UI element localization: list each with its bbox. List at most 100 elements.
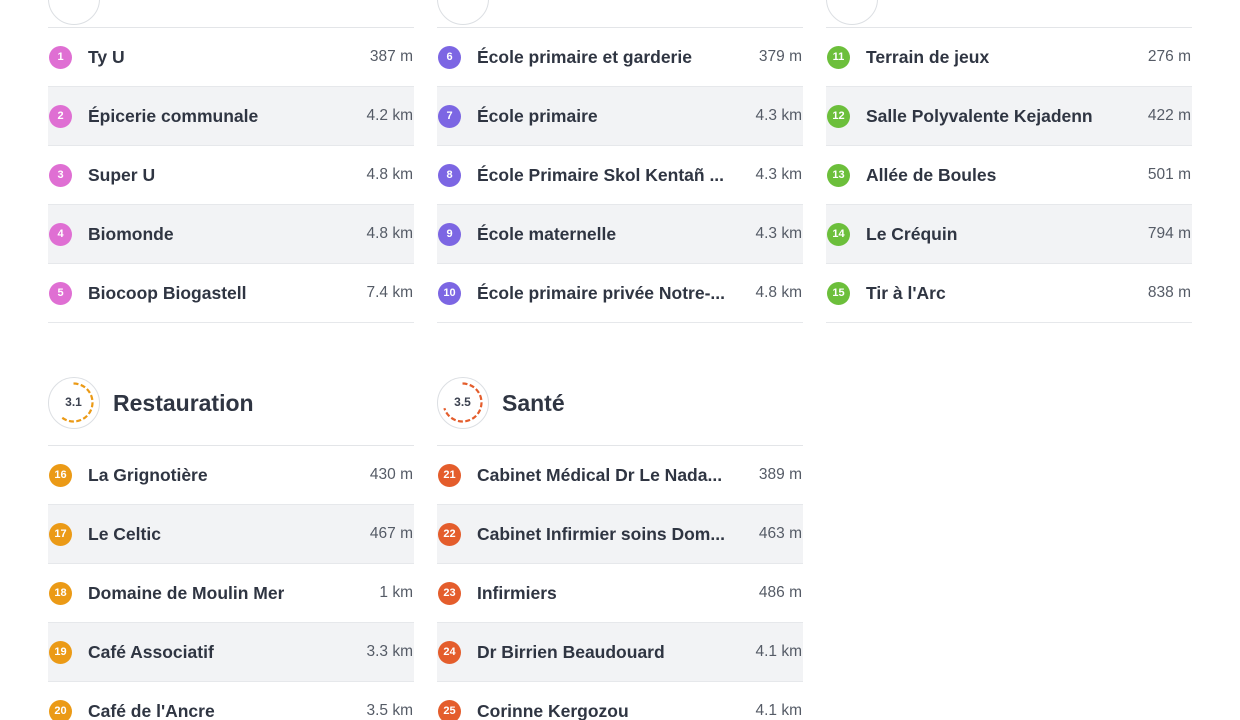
list-item[interactable]: 25 Corinne Kergozou 4.1 km [437,682,803,720]
number-marker-icon: 22 [438,523,461,546]
list-sante: 21 Cabinet Médical Dr Le Nada... 389 m 22 Ca… [437,445,803,720]
place-name: École primaire privée Notre-... [477,283,726,303]
list-commerces: 1 Ty U 387 m 2 Épicerie communale 4.2 km 3 Supe… [48,27,414,323]
score-ring-icon [48,0,100,25]
place-name: Super U [88,165,156,185]
score-ring-icon: 3.5 [437,377,489,429]
place-name: Le Créquin [866,224,958,244]
place-distance: 4.8 km [755,284,802,301]
number-marker-icon: 12 [827,105,850,128]
list-ecoles: 6 École primaire et garderie 379 m 7 École p… [437,27,803,323]
number-marker-icon: 16 [49,464,72,487]
number-marker-icon: 10 [438,282,461,305]
number-marker-icon: 7 [438,105,461,128]
place-name: Salle Polyvalente Kejadenn [866,106,1093,126]
place-name: Biomonde [88,224,174,244]
list-item[interactable]: 20 Café de l'Ancre 3.5 km [48,682,414,720]
number-marker-icon: 2 [49,105,72,128]
list-item[interactable]: 14 Le Créquin 794 m [826,205,1192,264]
place-distance: 838 m [1147,284,1191,301]
section-header: 3.1 Restauration [48,377,414,431]
place-distance: 7.4 km [366,284,413,301]
list-item[interactable]: 8 École Primaire Skol Kentañ ... 4.3 km [437,146,803,205]
place-distance: 486 m [758,584,802,601]
number-marker-icon: 23 [438,582,461,605]
list-item[interactable]: 6 École primaire et garderie 379 m [437,28,803,87]
place-distance: 4.1 km [755,643,802,660]
number-marker-icon: 14 [827,223,850,246]
list-item[interactable]: 4 Biomonde 4.8 km [48,205,414,264]
place-distance: 4.2 km [366,107,413,124]
place-distance: 4.8 km [366,166,413,183]
place-distance: 4.8 km [366,225,413,242]
place-distance: 467 m [369,525,413,542]
number-marker-icon: 5 [49,282,72,305]
list-item[interactable]: 13 Allée de Boules 501 m [826,146,1192,205]
list-item[interactable]: 5 Biocoop Biogastell 7.4 km [48,264,414,323]
number-marker-icon: 4 [49,223,72,246]
score-ring-icon [437,0,489,25]
number-marker-icon: 17 [49,523,72,546]
list-item[interactable]: 18 Domaine de Moulin Mer 1 km [48,564,414,623]
place-name: Corinne Kergozou [477,701,629,720]
list-item[interactable]: 19 Café Associatif 3.3 km [48,623,414,682]
number-marker-icon: 18 [49,582,72,605]
section-title: Santé [502,390,565,416]
list-item[interactable]: 2 Épicerie communale 4.2 km [48,87,414,146]
score-value: 3.5 [454,395,471,409]
section-header [48,0,414,27]
place-name: Café Associatif [88,642,214,662]
place-name: Allée de Boules [866,165,997,185]
list-item[interactable]: 17 Le Celtic 467 m [48,505,414,564]
score-ring-icon: 3.1 [48,377,100,429]
place-name: École primaire et garderie [477,47,692,67]
place-name: Infirmiers [477,583,557,603]
place-name: Terrain de jeux [866,47,990,67]
place-name: École primaire [477,106,598,126]
place-name: Dr Birrien Beaudouard [477,642,665,662]
place-name: École Primaire Skol Kentañ ... [477,165,725,185]
number-marker-icon: 11 [827,46,850,69]
score-ring-icon [826,0,878,25]
list-item[interactable]: 7 École primaire 4.3 km [437,87,803,146]
list-item[interactable]: 21 Cabinet Médical Dr Le Nada... 389 m [437,446,803,505]
list-restauration: 16 La Grignotière 430 m 17 Le Celtic 467 m 18 D… [48,445,414,720]
place-name: Le Celtic [88,524,161,544]
list-item[interactable]: 24 Dr Birrien Beaudouard 4.1 km [437,623,803,682]
list-item[interactable]: 3 Super U 4.8 km [48,146,414,205]
number-marker-icon: 19 [49,641,72,664]
number-marker-icon: 21 [438,464,461,487]
place-distance: 3.3 km [366,643,413,660]
section-header [437,0,803,27]
number-marker-icon: 1 [49,46,72,69]
list-item[interactable]: 12 Salle Polyvalente Kejadenn 422 m [826,87,1192,146]
list-item[interactable]: 22 Cabinet Infirmier soins Dom... 463 m [437,505,803,564]
place-distance: 4.3 km [755,107,802,124]
number-marker-icon: 3 [49,164,72,187]
place-distance: 463 m [758,525,802,542]
section-title: Restauration [113,390,254,416]
place-name: Ty U [88,47,125,67]
place-name: Épicerie communale [88,106,259,126]
number-marker-icon: 20 [49,700,72,720]
place-name: Cabinet Médical Dr Le Nada... [477,465,723,485]
place-distance: 501 m [1147,166,1191,183]
place-distance: 4.3 km [755,166,802,183]
number-marker-icon: 24 [438,641,461,664]
list-item[interactable]: 11 Terrain de jeux 276 m [826,28,1192,87]
place-distance: 4.1 km [755,702,802,719]
list-item[interactable]: 16 La Grignotière 430 m [48,446,414,505]
list-item[interactable]: 15 Tir à l'Arc 838 m [826,264,1192,323]
place-distance: 276 m [1147,48,1191,65]
place-name: Cabinet Infirmier soins Dom... [477,524,725,544]
place-name: École maternelle [477,224,617,244]
list-item[interactable]: 10 École primaire privée Notre-... 4.8 km [437,264,803,323]
list-item[interactable]: 1 Ty U 387 m [48,28,414,87]
score-value: 3.1 [65,395,82,409]
place-distance: 387 m [369,48,413,65]
section-header [826,0,1192,27]
list-item[interactable]: 9 École maternelle 4.3 km [437,205,803,264]
list-item[interactable]: 23 Infirmiers 486 m [437,564,803,623]
place-name: Café de l'Ancre [88,701,215,720]
place-name: La Grignotière [88,465,208,485]
